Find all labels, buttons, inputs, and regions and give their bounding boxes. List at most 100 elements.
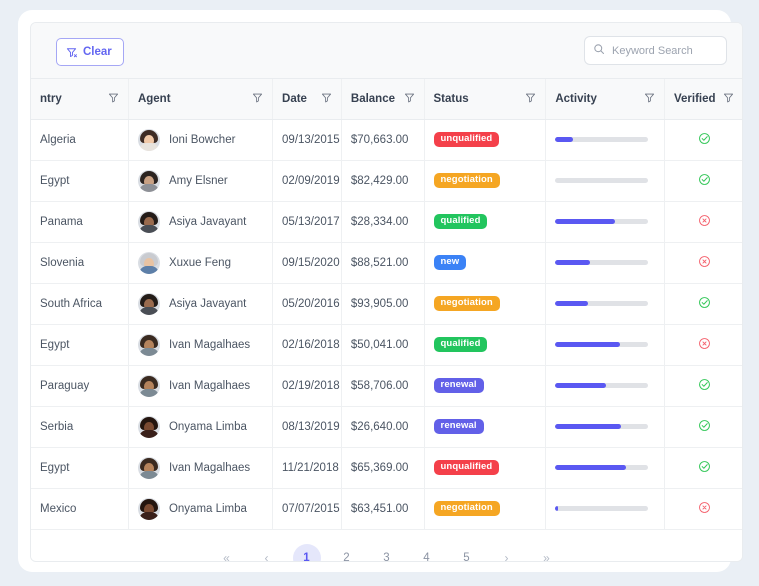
- column-header-balance[interactable]: Balance: [341, 79, 425, 120]
- cell-date: 02/19/2018: [272, 365, 342, 407]
- cell-status: qualified: [424, 201, 547, 243]
- cell-date: 02/16/2018: [272, 324, 342, 366]
- table-row[interactable]: Slovenia Xuxue Feng 09/15/2020 $88,521.00 ne…: [31, 242, 742, 284]
- country-value: Paraguay: [40, 379, 90, 392]
- table-row[interactable]: South Africa Asiya Javayant 05/20/2016 $93,…: [31, 283, 742, 325]
- column-header-status[interactable]: Status: [424, 79, 547, 120]
- table-row[interactable]: Egypt Ivan Magalhaes 11/21/2018 $65,369.00 u…: [31, 447, 742, 489]
- cell-country: Panama: [31, 201, 129, 243]
- table-row[interactable]: Egypt Ivan Magalhaes 02/16/2018 $50,041.00 q…: [31, 324, 742, 366]
- cell-agent: Ioni Bowcher: [128, 119, 274, 161]
- agent-name: Asiya Javayant: [168, 297, 247, 310]
- table-row[interactable]: Paraguay Ivan Magalhaes 02/19/2018 $58,706.…: [31, 365, 742, 407]
- cell-verified: [664, 201, 742, 243]
- balance-value: $50,041.00: [350, 338, 409, 351]
- cell-country: Mexico: [31, 488, 129, 530]
- cell-verified: [664, 324, 742, 366]
- filter-icon-status[interactable]: [525, 92, 536, 106]
- pagination-page-3[interactable]: 3: [373, 544, 401, 562]
- filter-icon-verified[interactable]: [723, 92, 734, 106]
- column-header-date[interactable]: Date: [272, 79, 342, 120]
- cell-status: unqualified: [424, 447, 547, 489]
- balance-value: $58,706.00: [350, 379, 409, 392]
- column-header-verified[interactable]: Verified: [664, 79, 742, 120]
- table-row[interactable]: Serbia Onyama Limba 08/13/2019 $26,640.00 re…: [31, 406, 742, 448]
- date-value: 05/13/2017: [282, 215, 340, 228]
- cell-activity: [545, 119, 665, 161]
- activity-progress-track: [555, 219, 649, 224]
- activity-progress-fill: [555, 342, 620, 347]
- status-badge: renewal: [433, 418, 484, 435]
- avatar: [137, 415, 160, 438]
- table-row[interactable]: Egypt Amy Elsner 02/09/2019 $82,429.00 negot…: [31, 160, 742, 202]
- cell-balance: $58,706.00: [341, 365, 425, 407]
- clear-button-label: Clear: [83, 46, 112, 58]
- pagination-page-5[interactable]: 5: [453, 544, 481, 562]
- agent-name: Onyama Limba: [168, 502, 247, 515]
- column-header-country[interactable]: ntry: [31, 79, 129, 120]
- cell-activity: [545, 324, 665, 366]
- pagination-first[interactable]: «: [213, 544, 241, 562]
- pagination-page-4[interactable]: 4: [413, 544, 441, 562]
- avatar: [137, 169, 160, 192]
- column-label-status: Status: [433, 92, 469, 105]
- table-header-row: ntry Agent Date Balance Status Activity …: [31, 79, 742, 120]
- keyword-search-box[interactable]: [584, 36, 727, 65]
- cell-country: Paraguay: [31, 365, 129, 407]
- table-row[interactable]: Panama Asiya Javayant 05/13/2017 $28,334.00…: [31, 201, 742, 243]
- filter-icon-country[interactable]: [108, 92, 119, 106]
- filter-icon-agent[interactable]: [252, 92, 263, 106]
- column-header-agent[interactable]: Agent: [128, 79, 274, 120]
- date-value: 02/09/2019: [282, 174, 340, 187]
- filter-icon-date[interactable]: [321, 92, 332, 106]
- country-value: Slovenia: [40, 256, 85, 269]
- clear-button[interactable]: Clear: [56, 38, 124, 66]
- cell-status: renewal: [424, 406, 547, 448]
- status-badge: qualified: [433, 336, 488, 353]
- date-value: 02/16/2018: [282, 338, 340, 351]
- cell-date: 09/15/2020: [272, 242, 342, 284]
- table-body: Algeria Ioni Bowcher 09/13/2015 $70,663.00 u…: [31, 119, 742, 530]
- cell-verified: [664, 447, 742, 489]
- column-label-verified: Verified: [674, 92, 716, 105]
- status-badge: negotiation: [433, 172, 500, 189]
- cell-verified: [664, 365, 742, 407]
- date-value: 07/07/2015: [282, 502, 340, 515]
- activity-progress-fill: [555, 506, 559, 511]
- cell-activity: [545, 160, 665, 202]
- verified-check-icon: [698, 296, 711, 309]
- pagination-page-2[interactable]: 2: [333, 544, 361, 562]
- pagination-last[interactable]: »: [533, 544, 561, 562]
- cell-date: 07/07/2015: [272, 488, 342, 530]
- column-header-activity[interactable]: Activity: [545, 79, 665, 120]
- search-input[interactable]: [612, 44, 717, 57]
- cell-verified: [664, 488, 742, 530]
- page-background: Clear Keyword Search ntry Agent Date Bal…: [0, 0, 759, 586]
- country-value: Egypt: [40, 461, 70, 474]
- pagination-prev[interactable]: ‹: [253, 544, 281, 562]
- cell-status: unqualified: [424, 119, 547, 161]
- filter-icon-activity[interactable]: [644, 92, 655, 106]
- activity-progress-track: [555, 383, 649, 388]
- cell-status: qualified: [424, 324, 547, 366]
- cell-status: renewal: [424, 365, 547, 407]
- table-row[interactable]: Mexico Onyama Limba 07/07/2015 $63,451.00 ne…: [31, 488, 742, 530]
- filter-icon-balance[interactable]: [404, 92, 415, 106]
- filter-slash-icon: [66, 47, 77, 58]
- cell-date: 05/20/2016: [272, 283, 342, 325]
- column-label-activity: Activity: [555, 92, 597, 105]
- balance-value: $93,905.00: [350, 297, 409, 310]
- pagination-page-1[interactable]: 1: [292, 543, 321, 561]
- table-row[interactable]: Algeria Ioni Bowcher 09/13/2015 $70,663.00 u…: [31, 119, 742, 161]
- avatar: [137, 210, 160, 233]
- verified-check-icon: [698, 132, 711, 145]
- country-value: South Africa: [40, 297, 103, 310]
- balance-value: $65,369.00: [350, 461, 409, 474]
- balance-value: $82,429.00: [350, 174, 409, 187]
- cell-agent: Onyama Limba: [128, 406, 274, 448]
- cell-activity: [545, 406, 665, 448]
- activity-progress-fill: [555, 424, 622, 429]
- pagination-next[interactable]: ›: [493, 544, 521, 562]
- cell-country: Egypt: [31, 160, 129, 202]
- verified-times-icon: [698, 337, 711, 350]
